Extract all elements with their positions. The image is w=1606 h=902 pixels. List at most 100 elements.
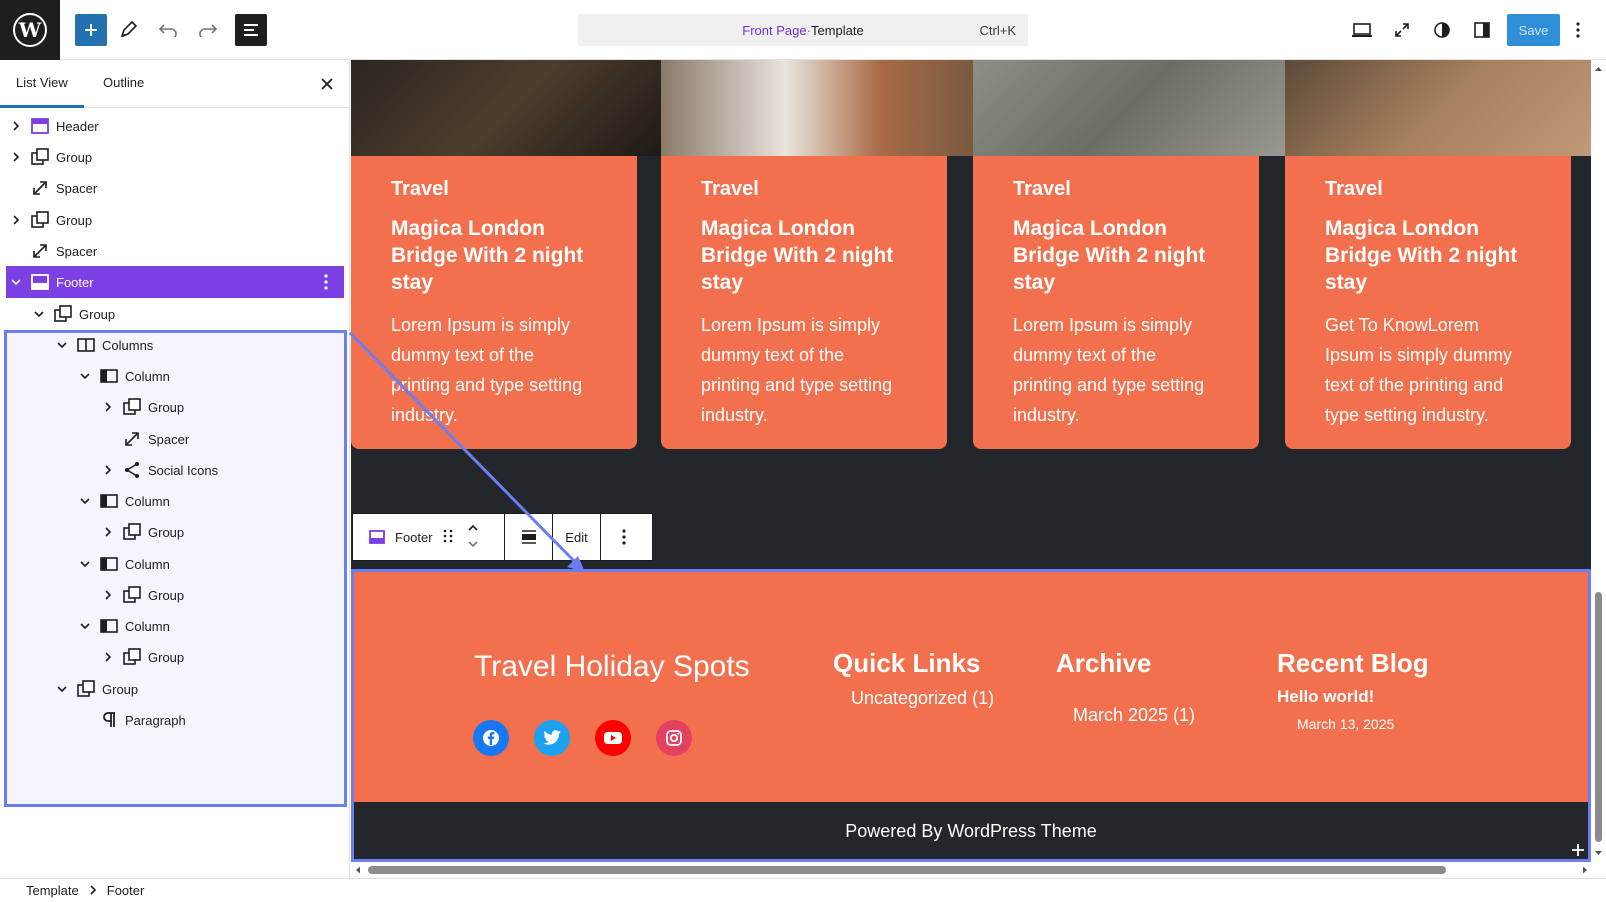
twitter-icon[interactable] bbox=[534, 720, 570, 756]
pencil-icon[interactable] bbox=[112, 14, 144, 46]
archive-heading: Archive bbox=[1056, 648, 1152, 678]
list-view-item[interactable]: Group bbox=[6, 204, 344, 236]
footer-icon bbox=[30, 272, 50, 292]
chevron-down-icon[interactable] bbox=[54, 337, 70, 353]
chevron-right-icon[interactable] bbox=[100, 462, 116, 478]
align-full-icon[interactable] bbox=[505, 514, 553, 560]
card-title[interactable]: Magica London Bridge With 2 night stay bbox=[1013, 215, 1219, 296]
options-menu-icon[interactable] bbox=[1566, 14, 1590, 46]
list-view-item-label: Group bbox=[56, 212, 93, 228]
fullscreen-icon[interactable] bbox=[1386, 14, 1418, 46]
spacer-icon bbox=[30, 178, 50, 198]
site-title[interactable]: Travel Holiday Spots bbox=[474, 650, 750, 684]
edit-button[interactable]: Edit bbox=[553, 514, 601, 560]
chevron-right-icon[interactable] bbox=[8, 149, 24, 165]
drag-handle-icon[interactable] bbox=[443, 528, 453, 547]
vertical-scrollbar[interactable] bbox=[1591, 60, 1606, 862]
footer-bottom-bar: Powered By WordPress Theme bbox=[353, 802, 1589, 860]
youtube-icon[interactable] bbox=[595, 720, 631, 756]
chevron-down-icon[interactable] bbox=[77, 493, 93, 509]
chevron-down-icon[interactable] bbox=[31, 306, 47, 322]
horizontal-scrollbar[interactable] bbox=[351, 862, 1591, 878]
breadcrumb-footer[interactable]: Footer bbox=[107, 883, 145, 898]
card-photo bbox=[661, 60, 973, 156]
undo-icon[interactable] bbox=[152, 14, 184, 46]
chevron-right-icon[interactable] bbox=[100, 649, 116, 665]
command-palette-button[interactable]: Front Page · Template Ctrl+K bbox=[578, 14, 1028, 46]
list-view-item[interactable]: Column bbox=[6, 360, 344, 392]
chevron-right-icon bbox=[89, 883, 97, 898]
instagram-icon[interactable] bbox=[656, 720, 692, 756]
item-options-icon[interactable] bbox=[318, 272, 334, 292]
card-title[interactable]: Magica London Bridge With 2 night stay bbox=[701, 215, 907, 296]
list-view-item[interactable]: Column bbox=[6, 548, 344, 580]
card-photo bbox=[973, 60, 1285, 156]
list-view-item[interactable]: Column bbox=[6, 610, 344, 642]
list-view-item[interactable]: Group bbox=[6, 391, 344, 423]
list-view-item[interactable]: Spacer bbox=[6, 423, 344, 455]
tab-list-view[interactable]: List View bbox=[0, 60, 84, 108]
list-view-item[interactable]: Columns bbox=[6, 329, 344, 361]
facebook-icon[interactable] bbox=[473, 720, 509, 756]
list-view-item[interactable]: Group bbox=[6, 579, 344, 611]
chevron-right-icon[interactable] bbox=[100, 524, 116, 540]
svg-text:W: W bbox=[18, 18, 42, 42]
list-view-item[interactable]: Group bbox=[6, 141, 344, 173]
header-icon bbox=[30, 116, 50, 136]
list-view-item[interactable]: Social Icons bbox=[6, 454, 344, 486]
travel-card[interactable]: Travel Magica London Bridge With 2 night … bbox=[661, 156, 947, 449]
command-shortcut: Ctrl+K bbox=[979, 23, 1016, 38]
card-title[interactable]: Magica London Bridge With 2 night stay bbox=[391, 215, 597, 296]
uncategorized-link[interactable]: Uncategorized (1) bbox=[851, 688, 994, 709]
archive-link[interactable]: March 2025 (1) bbox=[1073, 705, 1195, 726]
block-appender-icon[interactable] bbox=[1571, 843, 1585, 857]
breadcrumb-template[interactable]: Template bbox=[26, 883, 79, 898]
chevron-down-icon[interactable] bbox=[54, 681, 70, 697]
travel-card[interactable]: Travel Magica London Bridge With 2 night … bbox=[351, 156, 637, 449]
settings-sidebar-icon[interactable] bbox=[1466, 14, 1498, 46]
list-view-item-label: Group bbox=[102, 681, 139, 697]
list-view-item[interactable]: Group bbox=[6, 298, 344, 330]
redo-icon[interactable] bbox=[192, 14, 224, 46]
close-icon[interactable] bbox=[317, 74, 337, 94]
wordpress-logo-icon[interactable]: W bbox=[0, 0, 60, 60]
chevron-right-icon[interactable] bbox=[8, 118, 24, 134]
list-view-item[interactable]: Column bbox=[6, 485, 344, 517]
chevron-right-icon[interactable] bbox=[100, 399, 116, 415]
add-block-button[interactable] bbox=[75, 14, 107, 46]
list-view-item[interactable]: Group bbox=[6, 673, 344, 705]
list-view-item-label: Column bbox=[125, 618, 170, 634]
list-view-item-label: Spacer bbox=[148, 431, 190, 447]
travel-card[interactable]: Travel Magica London Bridge With 2 night … bbox=[1285, 156, 1571, 449]
move-up-down-icon[interactable] bbox=[467, 521, 479, 554]
list-view-item[interactable]: Spacer bbox=[6, 235, 344, 267]
list-view-item[interactable]: Spacer bbox=[6, 172, 344, 204]
styles-contrast-icon[interactable] bbox=[1426, 14, 1458, 46]
chevron-down-icon[interactable] bbox=[77, 556, 93, 572]
travel-card[interactable]: Travel Magica London Bridge With 2 night … bbox=[973, 156, 1259, 449]
chevron-right-icon[interactable] bbox=[100, 587, 116, 603]
tab-outline[interactable]: Outline bbox=[87, 60, 160, 108]
block-options-icon[interactable] bbox=[601, 514, 647, 560]
recent-post-link[interactable]: Hello world! bbox=[1277, 687, 1374, 707]
list-view-item[interactable]: Group bbox=[6, 641, 344, 673]
chevron-down-icon[interactable] bbox=[77, 618, 93, 634]
group-icon bbox=[122, 585, 142, 605]
chevron-down-icon[interactable] bbox=[8, 274, 24, 290]
list-view-item[interactable]: Group bbox=[6, 516, 344, 548]
card-title[interactable]: Magica London Bridge With 2 night stay bbox=[1325, 215, 1531, 296]
card-category: Travel bbox=[1013, 178, 1071, 200]
save-button[interactable]: Save bbox=[1507, 14, 1560, 46]
column-icon bbox=[99, 491, 119, 511]
chevron-down-icon[interactable] bbox=[77, 368, 93, 384]
sidebar-item-footer[interactable]: Footer bbox=[6, 266, 344, 298]
chevron-right-icon[interactable] bbox=[8, 212, 24, 228]
block-switcher[interactable]: Footer bbox=[353, 514, 505, 560]
desktop-preview-icon[interactable] bbox=[1346, 14, 1378, 46]
list-view-toggle-button[interactable] bbox=[235, 14, 267, 46]
group-icon bbox=[30, 210, 50, 230]
list-view-item[interactable]: Paragraph bbox=[6, 704, 344, 736]
list-view-item[interactable]: Header bbox=[6, 110, 344, 142]
recent-blog-heading: Recent Blog bbox=[1277, 648, 1429, 678]
